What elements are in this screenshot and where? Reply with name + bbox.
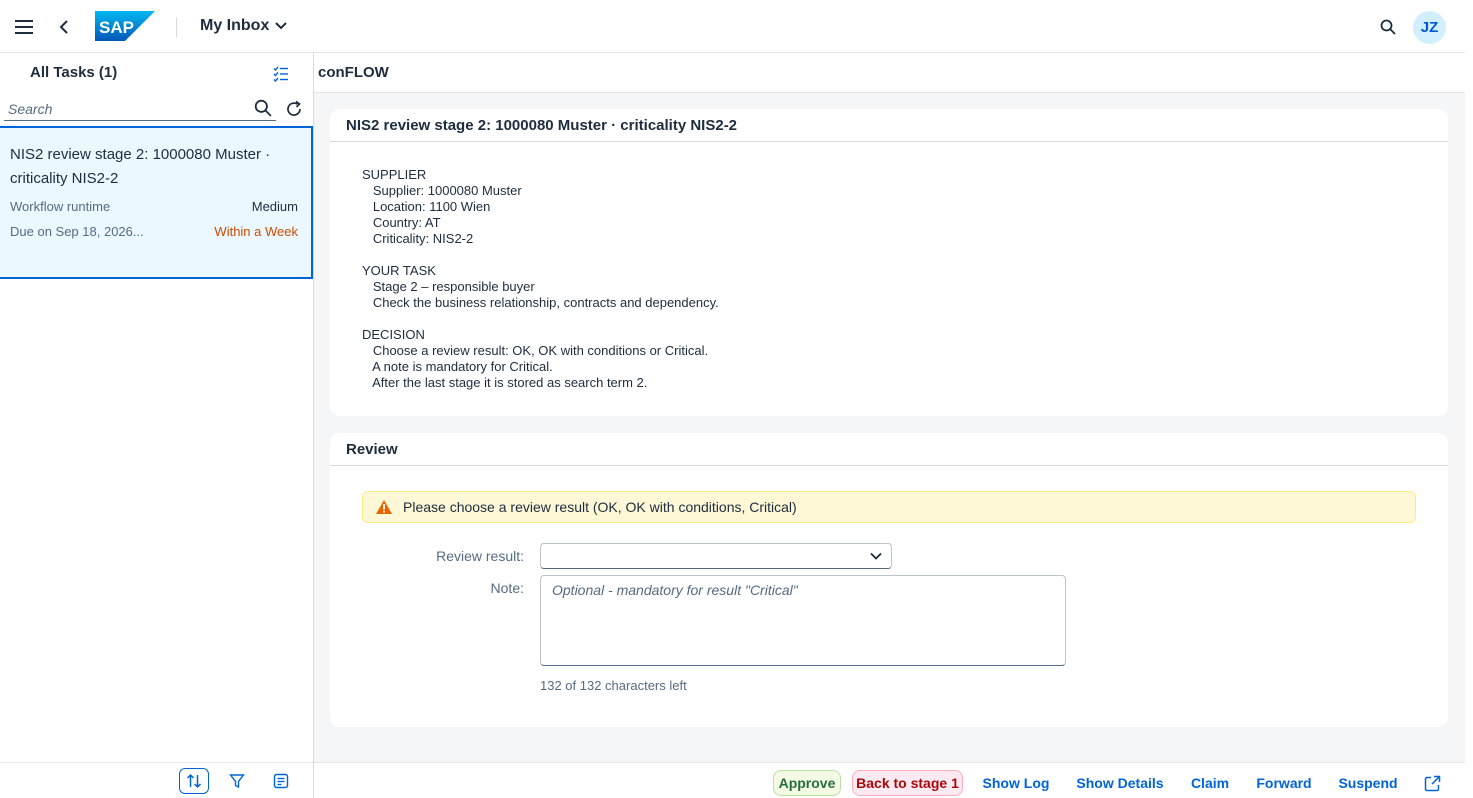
suspend-button[interactable]: Suspend (1332, 770, 1404, 796)
task-list-header: All Tasks (1) (0, 53, 313, 93)
open-external-icon (1424, 775, 1440, 791)
review-result-label: Review result: (436, 548, 524, 564)
task-description-card: NIS2 review stage 2: 1000080 Muster · cr… (330, 109, 1448, 416)
detail-app-title: conFLOW (318, 64, 389, 81)
user-avatar[interactable]: JZ (1413, 11, 1446, 44)
task-type: Workflow runtime (10, 199, 111, 214)
multi-select-button[interactable] (268, 61, 294, 87)
claim-button[interactable]: Claim (1184, 770, 1236, 796)
chevron-down-icon (275, 22, 288, 30)
shell-divider (176, 17, 177, 37)
svg-text:SAP: SAP (99, 18, 134, 37)
review-result-select[interactable] (540, 543, 892, 569)
group-list-icon (273, 773, 289, 789)
back-button[interactable] (46, 9, 82, 45)
shell-bar: SAP My Inbox JZ (0, 0, 1465, 53)
warning-icon (376, 500, 392, 514)
forward-button[interactable]: Forward (1252, 770, 1316, 796)
app-title-menu[interactable]: My Inbox (200, 17, 288, 35)
task-detail-pane: conFLOW NIS2 review stage 2: 1000080 Mus… (314, 53, 1465, 798)
review-card-title: Review (330, 433, 1448, 466)
task-due-status: Within a Week (214, 224, 298, 239)
back-to-stage-1-button[interactable]: Back to stage 1 (852, 770, 963, 796)
detail-header: conFLOW (314, 53, 1465, 93)
filter-icon (229, 774, 245, 789)
filter-button[interactable] (222, 768, 252, 794)
open-in-new-window-button[interactable] (1418, 770, 1446, 796)
note-textarea[interactable] (541, 576, 1065, 665)
task-list-pane: All Tasks (1) NIS2 review stage 2: 10000… (0, 53, 314, 798)
search-row (4, 97, 308, 121)
chevron-down-icon (870, 552, 882, 560)
app-title: My Inbox (200, 17, 270, 34)
show-log-button[interactable]: Show Log (978, 770, 1054, 796)
search-submit[interactable] (254, 99, 274, 119)
sort-button[interactable] (179, 768, 209, 794)
search-button[interactable] (1370, 9, 1406, 45)
show-details-button[interactable]: Show Details (1072, 770, 1168, 796)
approve-button[interactable]: Approve (773, 770, 841, 796)
chevron-left-icon (59, 20, 68, 34)
multi-select-icon (273, 66, 288, 82)
search-field (4, 97, 276, 121)
task-due-date: Due on Sep 18, 2026... (10, 224, 144, 239)
sort-icon (186, 773, 202, 789)
hamburger-icon (15, 20, 33, 34)
search-icon (1380, 19, 1396, 35)
warning-text: Please choose a review result (OK, OK wi… (403, 499, 797, 515)
description-card-title: NIS2 review stage 2: 1000080 Muster · cr… (330, 109, 1448, 142)
task-description: SUPPLIER Supplier: 1000080 Muster Locati… (362, 167, 719, 390)
search-input[interactable] (4, 100, 244, 117)
task-list-footer (0, 762, 313, 798)
refresh-icon (287, 100, 301, 116)
review-card: Review Please choose a review result (OK… (330, 433, 1448, 727)
search-icon (254, 99, 272, 117)
task-priority: Medium (251, 199, 298, 214)
note-field (540, 575, 1066, 666)
group-button[interactable] (266, 768, 296, 794)
action-toolbar: Approve Back to stage 1 Show Log Show De… (314, 762, 1465, 798)
task-list-item[interactable]: NIS2 review stage 2: 1000080 Muster · cr… (0, 126, 313, 279)
menu-button[interactable] (6, 9, 42, 45)
character-counter: 132 of 132 characters left (540, 678, 687, 693)
refresh-button[interactable] (282, 97, 306, 121)
note-label: Note: (490, 580, 524, 596)
task-title: NIS2 review stage 2: 1000080 Muster · cr… (10, 146, 271, 187)
task-list-title: All Tasks (1) (30, 64, 118, 81)
sap-logo[interactable]: SAP (95, 11, 155, 41)
warning-message-strip: Please choose a review result (OK, OK wi… (362, 491, 1416, 523)
